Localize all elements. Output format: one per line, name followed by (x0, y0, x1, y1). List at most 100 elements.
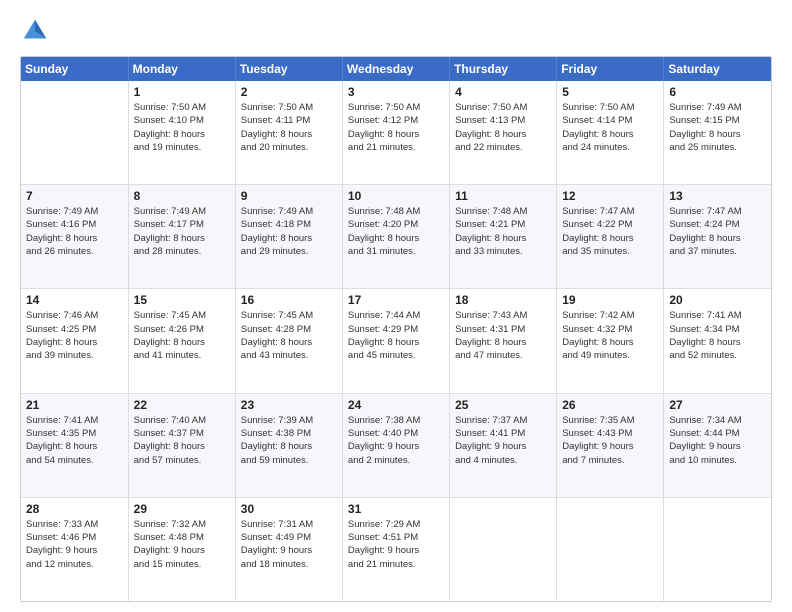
day-number: 13 (669, 189, 766, 203)
day-info: Sunrise: 7:45 AMSunset: 4:26 PMDaylight:… (134, 309, 230, 362)
calendar-cell: 2Sunrise: 7:50 AMSunset: 4:11 PMDaylight… (235, 81, 342, 185)
calendar-cell: 28 Sunrise: 7:33 AMSunset: 4:46 PMDayligh… (21, 497, 128, 601)
day-info: Sunrise: 7:43 AMSunset: 4:31 PMDaylight:… (455, 309, 551, 362)
day-number: 16 (241, 293, 337, 307)
day-info: Sunrise: 7:29 AMSunset: 4:51 PMDaylight:… (348, 518, 444, 571)
calendar-cell: 19Sunrise: 7:42 AMSunset: 4:32 PMDayligh… (557, 289, 664, 393)
day-info: Sunrise: 7:46 AMSunset: 4:25 PMDaylight:… (26, 309, 123, 362)
day-number: 5 (562, 85, 658, 99)
calendar-table: SundayMondayTuesdayWednesdayThursdayFrid… (21, 57, 771, 601)
calendar-cell: 5 Sunrise: 7:50 AMSunset: 4:14 PMDaylight… (557, 81, 664, 185)
day-info: Sunrise: 7:49 AMSunset: 4:16 PMDaylight:… (26, 205, 123, 258)
day-number: 27 (669, 398, 766, 412)
calendar-cell (21, 81, 128, 185)
day-info: Sunrise: 7:41 AMSunset: 4:35 PMDaylight:… (26, 414, 123, 467)
week-row-3: 14 Sunrise: 7:46 AMSunset: 4:25 PMDayligh… (21, 289, 771, 393)
calendar-cell (664, 497, 771, 601)
day-number: 9 (241, 189, 337, 203)
calendar: SundayMondayTuesdayWednesdayThursdayFrid… (20, 56, 772, 602)
day-number: 6 (669, 85, 766, 99)
week-row-2: 7 Sunrise: 7:49 AMSunset: 4:16 PMDaylight… (21, 185, 771, 289)
day-number: 1 (134, 85, 230, 99)
calendar-cell: 10Sunrise: 7:48 AMSunset: 4:20 PMDayligh… (342, 185, 449, 289)
day-number: 31 (348, 502, 444, 516)
day-number: 15 (134, 293, 230, 307)
day-header-sunday: Sunday (21, 57, 128, 81)
day-number: 7 (26, 189, 123, 203)
page: SundayMondayTuesdayWednesdayThursdayFrid… (0, 0, 792, 612)
calendar-cell: 23 Sunrise: 7:39 AMSunset: 4:38 PMDayligh… (235, 393, 342, 497)
day-info: Sunrise: 7:45 AMSunset: 4:28 PMDaylight:… (241, 309, 337, 362)
day-number: 20 (669, 293, 766, 307)
day-header-monday: Monday (128, 57, 235, 81)
day-number: 12 (562, 189, 658, 203)
day-info: Sunrise: 7:44 AMSunset: 4:29 PMDaylight:… (348, 309, 444, 362)
logo-icon (20, 16, 50, 46)
day-number: 21 (26, 398, 123, 412)
day-number: 24 (348, 398, 444, 412)
day-number: 28 (26, 502, 123, 516)
day-info: Sunrise: 7:50 AMSunset: 4:10 PMDaylight:… (134, 101, 230, 154)
calendar-cell: 4 Sunrise: 7:50 AMSunset: 4:13 PMDaylight… (450, 81, 557, 185)
day-info: Sunrise: 7:31 AMSunset: 4:49 PMDaylight:… (241, 518, 337, 571)
calendar-cell: 3 Sunrise: 7:50 AMSunset: 4:12 PMDaylight… (342, 81, 449, 185)
day-header-friday: Friday (557, 57, 664, 81)
calendar-cell: 6 Sunrise: 7:49 AMSunset: 4:15 PMDaylight… (664, 81, 771, 185)
day-header-saturday: Saturday (664, 57, 771, 81)
calendar-cell: 11 Sunrise: 7:48 AMSunset: 4:21 PMDayligh… (450, 185, 557, 289)
week-row-1: 1 Sunrise: 7:50 AMSunset: 4:10 PMDaylight… (21, 81, 771, 185)
calendar-cell: 26 Sunrise: 7:35 AMSunset: 4:43 PMDayligh… (557, 393, 664, 497)
calendar-cell (450, 497, 557, 601)
calendar-cell: 8 Sunrise: 7:49 AMSunset: 4:17 PMDaylight… (128, 185, 235, 289)
day-info: Sunrise: 7:40 AMSunset: 4:37 PMDaylight:… (134, 414, 230, 467)
day-info: Sunrise: 7:37 AMSunset: 4:41 PMDaylight:… (455, 414, 551, 467)
day-info: Sunrise: 7:35 AMSunset: 4:43 PMDaylight:… (562, 414, 658, 467)
day-number: 17 (348, 293, 444, 307)
day-number: 2 (241, 85, 337, 99)
day-number: 11 (455, 189, 551, 203)
day-info: Sunrise: 7:38 AMSunset: 4:40 PMDaylight:… (348, 414, 444, 467)
day-header-thursday: Thursday (450, 57, 557, 81)
day-number: 23 (241, 398, 337, 412)
day-number: 3 (348, 85, 444, 99)
day-info: Sunrise: 7:47 AMSunset: 4:24 PMDaylight:… (669, 205, 766, 258)
calendar-cell: 31 Sunrise: 7:29 AMSunset: 4:51 PMDayligh… (342, 497, 449, 601)
day-info: Sunrise: 7:32 AMSunset: 4:48 PMDaylight:… (134, 518, 230, 571)
calendar-cell: 7 Sunrise: 7:49 AMSunset: 4:16 PMDaylight… (21, 185, 128, 289)
day-info: Sunrise: 7:39 AMSunset: 4:38 PMDaylight:… (241, 414, 337, 467)
calendar-cell: 24 Sunrise: 7:38 AMSunset: 4:40 PMDayligh… (342, 393, 449, 497)
calendar-cell: 1 Sunrise: 7:50 AMSunset: 4:10 PMDaylight… (128, 81, 235, 185)
day-number: 8 (134, 189, 230, 203)
week-row-5: 28 Sunrise: 7:33 AMSunset: 4:46 PMDayligh… (21, 497, 771, 601)
calendar-cell: 12 Sunrise: 7:47 AMSunset: 4:22 PMDayligh… (557, 185, 664, 289)
calendar-cell: 25 Sunrise: 7:37 AMSunset: 4:41 PMDayligh… (450, 393, 557, 497)
day-number: 25 (455, 398, 551, 412)
day-info: Sunrise: 7:49 AMSunset: 4:15 PMDaylight:… (669, 101, 766, 154)
day-info: Sunrise: 7:42 AMSunset: 4:32 PMDaylight:… (562, 309, 658, 362)
day-info: Sunrise: 7:49 AMSunset: 4:18 PMDaylight:… (241, 205, 337, 258)
calendar-cell (557, 497, 664, 601)
week-row-4: 21 Sunrise: 7:41 AMSunset: 4:35 PMDayligh… (21, 393, 771, 497)
day-info: Sunrise: 7:33 AMSunset: 4:46 PMDaylight:… (26, 518, 123, 571)
day-info: Sunrise: 7:50 AMSunset: 4:13 PMDaylight:… (455, 101, 551, 154)
logo (20, 16, 54, 46)
day-number: 18 (455, 293, 551, 307)
day-header-tuesday: Tuesday (235, 57, 342, 81)
day-number: 10 (348, 189, 444, 203)
calendar-cell: 22Sunrise: 7:40 AMSunset: 4:37 PMDayligh… (128, 393, 235, 497)
calendar-cell: 20Sunrise: 7:41 AMSunset: 4:34 PMDayligh… (664, 289, 771, 393)
day-number: 29 (134, 502, 230, 516)
calendar-cell: 30Sunrise: 7:31 AMSunset: 4:49 PMDayligh… (235, 497, 342, 601)
day-number: 26 (562, 398, 658, 412)
day-info: Sunrise: 7:50 AMSunset: 4:14 PMDaylight:… (562, 101, 658, 154)
day-info: Sunrise: 7:50 AMSunset: 4:12 PMDaylight:… (348, 101, 444, 154)
calendar-cell: 15 Sunrise: 7:45 AMSunset: 4:26 PMDayligh… (128, 289, 235, 393)
day-info: Sunrise: 7:34 AMSunset: 4:44 PMDaylight:… (669, 414, 766, 467)
day-info: Sunrise: 7:49 AMSunset: 4:17 PMDaylight:… (134, 205, 230, 258)
day-number: 14 (26, 293, 123, 307)
day-info: Sunrise: 7:48 AMSunset: 4:21 PMDaylight:… (455, 205, 551, 258)
day-number: 4 (455, 85, 551, 99)
header (20, 16, 772, 46)
calendar-cell: 13 Sunrise: 7:47 AMSunset: 4:24 PMDayligh… (664, 185, 771, 289)
day-info: Sunrise: 7:47 AMSunset: 4:22 PMDaylight:… (562, 205, 658, 258)
